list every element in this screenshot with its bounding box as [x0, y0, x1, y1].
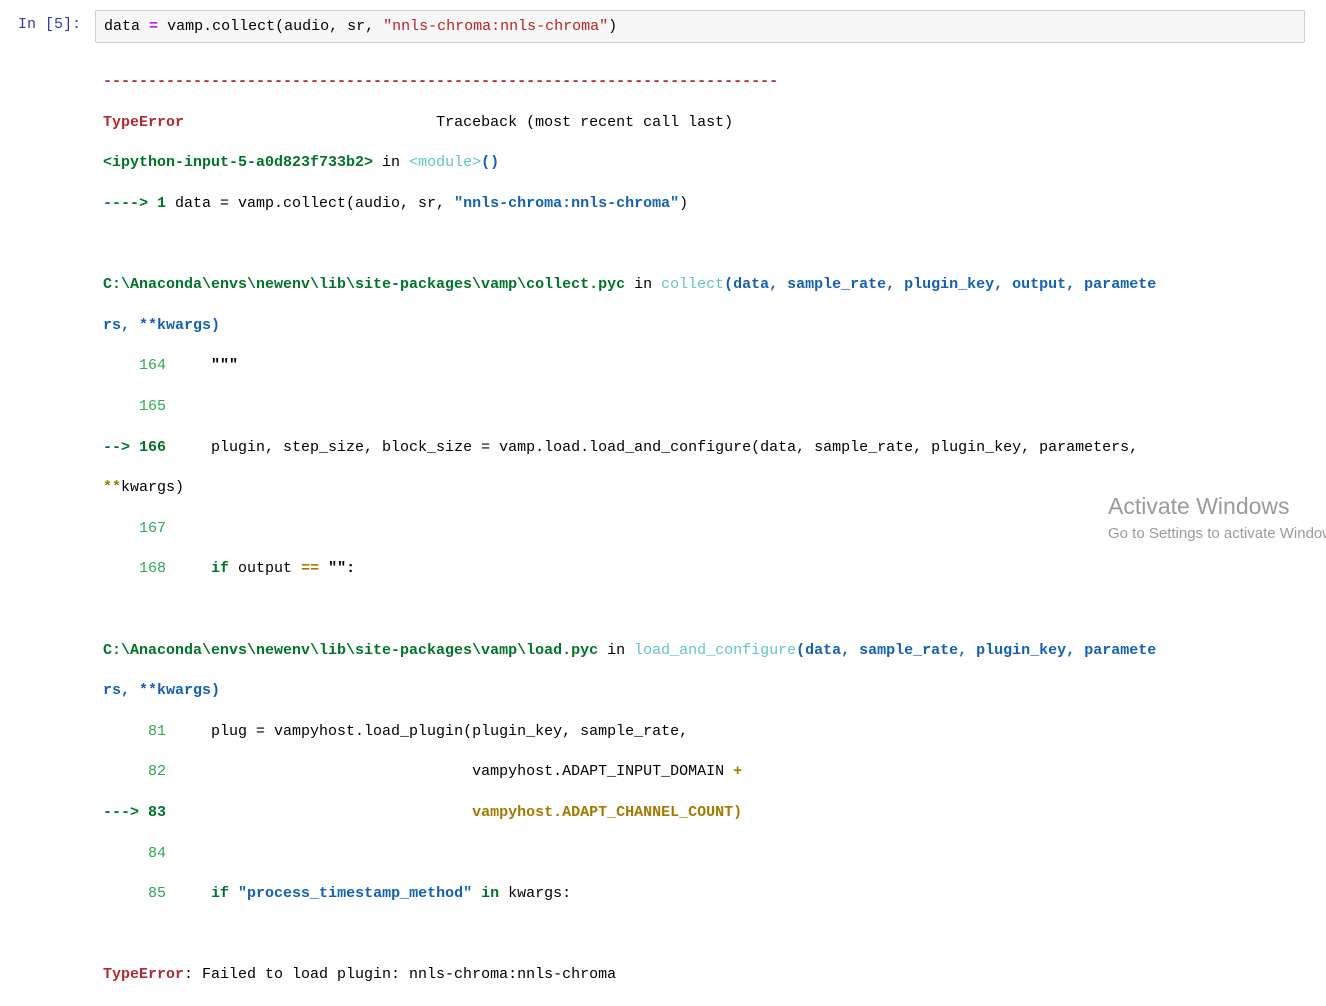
frame2-line-164: 164 """	[103, 356, 1156, 376]
kw-if-85: if	[211, 885, 230, 903]
frame3-sig2: rs, **kwargs)	[103, 682, 221, 700]
arrow-83: ---> 83	[103, 803, 167, 821]
code-cell-input[interactable]: data = vamp.collect(audio, sr, "nnls-chr…	[95, 10, 1305, 43]
code-166: plugin, step_size, block_size = vamp.loa…	[166, 438, 1139, 456]
code-85: kwargs:	[499, 885, 572, 903]
final-error-message: : Failed to load plugin: nnls-chroma:nnl…	[184, 966, 617, 984]
str-168: "":	[319, 560, 356, 578]
code-166-op: **	[103, 479, 122, 497]
frame3-func: load_and_configure	[634, 641, 797, 659]
watermark-subtitle: Go to Settings to activate Windows.	[1108, 525, 1326, 542]
str-85: "process_timestamp_method"	[229, 885, 473, 903]
frame3-line-84: 84	[103, 844, 1156, 864]
arrow-166: --> 166	[103, 438, 167, 456]
cell-code: data = vamp.collect(audio, sr, "nnls-chr…	[104, 18, 617, 36]
code-166-cont: kwargs)	[121, 479, 185, 497]
frame2-sig1: (data, sample_rate, plugin_key, output, …	[724, 276, 1157, 294]
frame1-header: <ipython-input-5-a0d823f733b2> in <modul…	[103, 153, 1156, 173]
frame1-code: data = vamp.collect(audio, sr,	[166, 195, 455, 213]
lineno-81: 81	[103, 722, 167, 740]
frame1-code-close: )	[679, 195, 689, 213]
frame1-code-string: "nnls-chroma:nnls-chroma"	[454, 195, 680, 213]
frame3-sig1: (data, sample_rate, plugin_key, paramete	[796, 641, 1157, 659]
code-var: data	[104, 18, 141, 35]
lineno-164: 164	[103, 357, 167, 375]
frame1-location: <ipython-input-5-a0d823f733b2>	[103, 154, 374, 172]
frame2-func: collect	[661, 276, 725, 294]
code-string: "nnls-chroma:nnls-chroma"	[383, 18, 609, 35]
code-83: vampyhost.ADAPT_CHANNEL_COUNT)	[166, 803, 743, 821]
watermark-title: Activate Windows	[1108, 493, 1290, 519]
lineno-165: 165	[103, 398, 167, 416]
traceback-output: ----------------------------------------…	[103, 52, 1156, 1006]
kw-in-85: in	[472, 885, 500, 903]
traceback-dashes: ----------------------------------------…	[103, 73, 779, 91]
frame2-line-166-cont: **kwargs)	[103, 478, 1156, 498]
final-error-type: TypeError	[103, 966, 185, 984]
frame2-header: C:\Anaconda\envs\newenv\lib\site-package…	[103, 275, 1156, 295]
kw-if-168: if	[211, 560, 230, 578]
frame2-line-165: 165	[103, 397, 1156, 417]
frame2-line-168: 168 if output == "":	[103, 559, 1156, 579]
frame3-line-85: 85 if "process_timestamp_method" in kwar…	[103, 884, 1156, 904]
traceback-header: TypeError Traceback (most recent call la…	[103, 113, 1156, 133]
frame3-line-83: ---> 83 vampyhost.ADAPT_CHANNEL_COUNT)	[103, 803, 1156, 823]
frame2-path: C:\Anaconda\envs\newenv\lib\site-package…	[103, 276, 626, 294]
input-prompt: In [5]:	[18, 16, 82, 33]
frame1-arrow: ----> 1	[103, 195, 167, 213]
frame3-in: in	[598, 641, 635, 659]
frame1-line: ----> 1 data = vamp.collect(audio, sr, "…	[103, 194, 1156, 214]
lineno-84: 84	[103, 844, 167, 862]
lineno-168: 168	[103, 560, 167, 578]
frame1-module: <module>	[409, 154, 482, 172]
code-168: output	[229, 560, 302, 578]
code-82: vampyhost.ADAPT_INPUT_DOMAIN	[166, 763, 734, 781]
frame1-in: in	[373, 154, 410, 172]
code-call: vamp.collect(audio, sr,	[167, 18, 384, 35]
frame3-path: C:\Anaconda\envs\newenv\lib\site-package…	[103, 641, 599, 659]
code-operator: =	[149, 18, 159, 35]
frame3-header: C:\Anaconda\envs\newenv\lib\site-package…	[103, 641, 1156, 661]
frame2-sig2: rs, **kwargs)	[103, 316, 221, 334]
final-error: TypeError: Failed to load plugin: nnls-c…	[103, 965, 1156, 985]
traceback-label: Traceback (most recent call last)	[436, 113, 734, 131]
frame3-line-81: 81 plug = vampyhost.load_plugin(plugin_k…	[103, 722, 1156, 742]
code-164: """	[166, 357, 239, 375]
op-168: ==	[301, 560, 320, 578]
frame2-line-167: 167	[103, 519, 1156, 539]
lineno-167: 167	[103, 519, 167, 537]
lineno-85: 85	[103, 885, 167, 903]
frame2-in: in	[625, 276, 662, 294]
code-81: plug = vampyhost.load_plugin(plugin_key,…	[166, 722, 689, 740]
activate-windows-watermark: Activate Windows Go to Settings to activ…	[1108, 492, 1326, 544]
frame3-line-82: 82 vampyhost.ADAPT_INPUT_DOMAIN +	[103, 762, 1156, 782]
op-82: +	[733, 763, 743, 781]
error-type: TypeError	[103, 113, 185, 131]
code-close: )	[608, 18, 618, 35]
frame2-line-166: --> 166 plugin, step_size, block_size = …	[103, 438, 1156, 458]
frame1-parens: ()	[481, 154, 500, 172]
lineno-82: 82	[103, 763, 167, 781]
